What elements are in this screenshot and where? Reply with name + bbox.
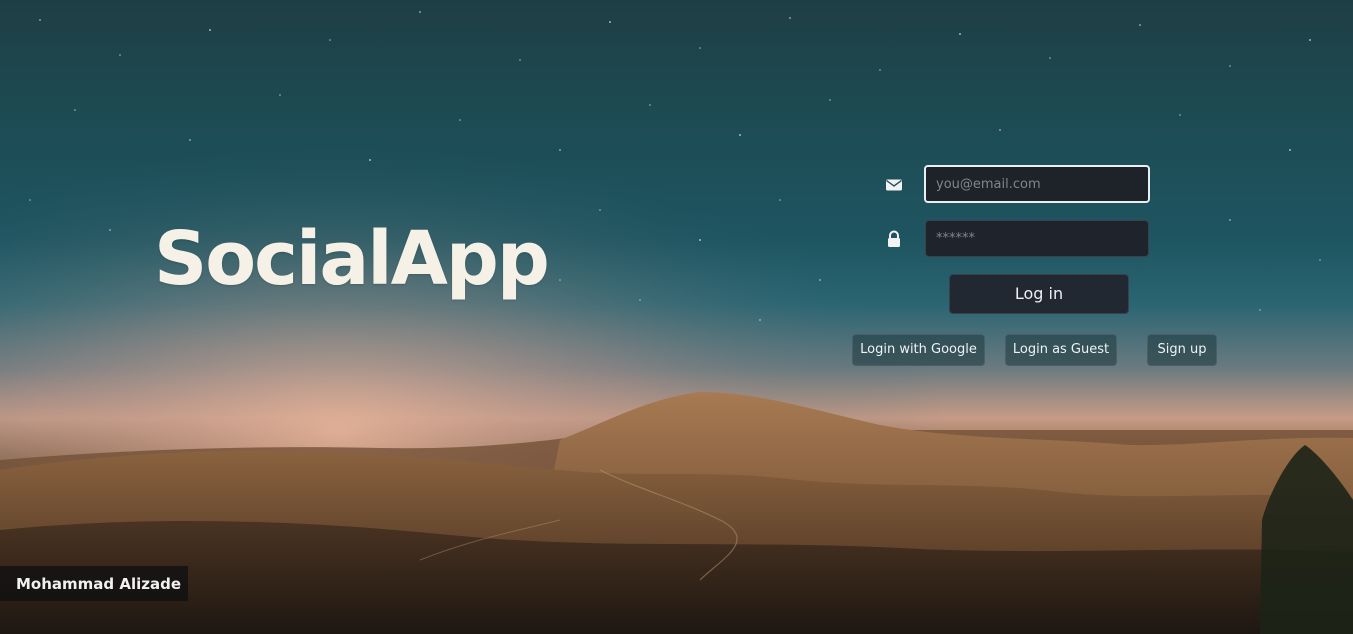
lock-icon: [888, 230, 900, 247]
photo-credit-author: Mohammad Alizade: [16, 574, 182, 593]
email-input[interactable]: [924, 165, 1150, 203]
login-button[interactable]: Log in: [949, 274, 1129, 314]
signup-button[interactable]: Sign up: [1147, 334, 1217, 366]
brand-title: SocialApp: [154, 216, 550, 302]
envelope-icon: [886, 179, 902, 191]
photo-credit[interactable]: Mohammad Alizade: [0, 566, 188, 601]
background-landscape: [0, 0, 1353, 634]
guest-login-button[interactable]: Login as Guest: [1005, 334, 1117, 366]
password-input[interactable]: [925, 220, 1149, 257]
google-login-button[interactable]: Login with Google: [852, 334, 985, 366]
login-page: SocialApp Log in Login with Google Login…: [0, 0, 1353, 634]
